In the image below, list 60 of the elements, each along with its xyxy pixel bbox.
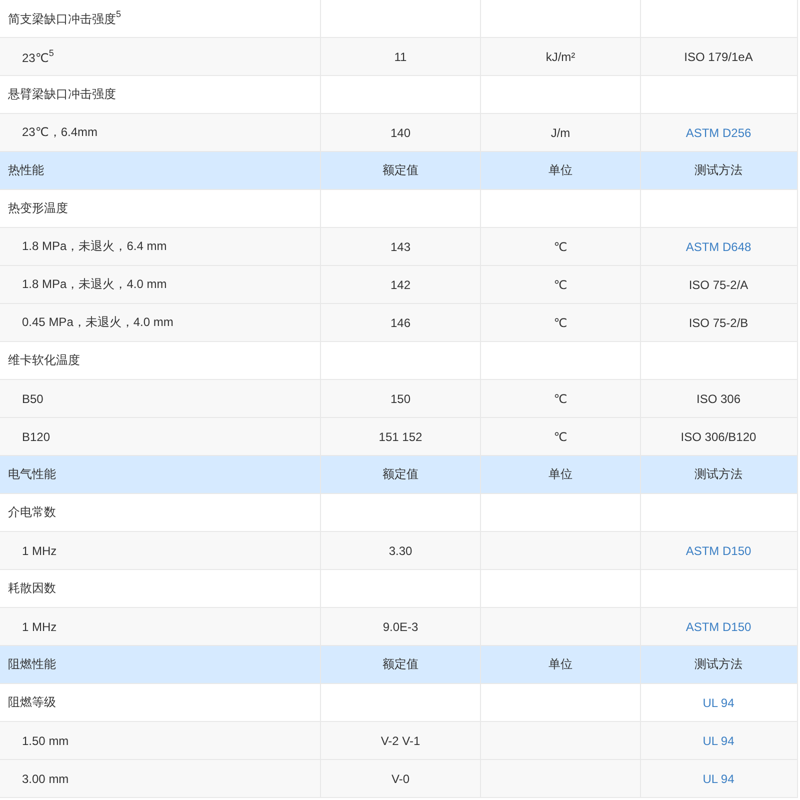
method-link[interactable]: ASTM D256: [686, 126, 752, 140]
unit-text: ℃: [554, 240, 568, 254]
method-link[interactable]: ASTM D150: [686, 544, 752, 558]
value-text: 3.30: [388, 544, 412, 558]
property-name: 介电常数: [8, 504, 56, 521]
property-name: 热变形温度: [8, 200, 68, 217]
condition-label: 3.00 mm: [22, 772, 69, 786]
condition-label: 1 MHz: [22, 620, 57, 634]
condition-label: 1.8 MPa，未退火，4.0 mm: [22, 276, 167, 293]
column-header: 单位: [548, 656, 572, 673]
unit-text: ℃: [554, 316, 568, 330]
value-text: V-2 V-1: [380, 734, 420, 748]
value-text: 146: [390, 316, 411, 330]
column-header: 额定值: [382, 162, 418, 179]
unit-text: ℃: [554, 278, 568, 292]
method-link[interactable]: UL 94: [702, 696, 734, 710]
condition-label: 1.50 mm: [22, 734, 69, 748]
method-text: ISO 179/1eA: [684, 50, 753, 64]
unit-text: kJ/m²: [546, 50, 576, 64]
column-header: 测试方法: [694, 466, 742, 483]
property-name: 维卡软化温度: [8, 352, 80, 369]
section-title: 阻燃性能: [8, 656, 56, 673]
method-link[interactable]: ASTM D150: [686, 620, 752, 634]
value-text: 9.0E-3: [382, 620, 418, 634]
condition-label: B50: [22, 392, 44, 406]
property-name: 阻燃等级: [8, 694, 56, 711]
method-link[interactable]: UL 94: [702, 734, 734, 748]
value-text: 142: [390, 278, 411, 292]
unit-text: ℃: [554, 430, 568, 444]
condition-label: 23℃，6.4mm: [22, 124, 98, 141]
method-text: ISO 75-2/B: [688, 316, 748, 330]
column-header: 测试方法: [694, 656, 742, 673]
unit-text: J/m: [550, 126, 570, 140]
condition-label: 1 MHz: [22, 544, 57, 558]
unit-text: ℃: [554, 392, 568, 406]
value-text: V-0: [391, 772, 410, 786]
condition-label: B120: [22, 430, 50, 444]
section-title: 电气性能: [8, 466, 56, 483]
condition-label: 23℃$^{5}$: [22, 48, 54, 65]
column-header: 额定值: [382, 466, 418, 483]
condition-label: 1.8 MPa，未退火，6.4 mm: [22, 238, 167, 255]
method-text: ISO 306/B120: [680, 430, 756, 444]
property-name: 耗散因数: [8, 580, 56, 597]
column-header: 单位: [548, 466, 572, 483]
value-text: 151 152: [378, 430, 422, 444]
method-link[interactable]: ASTM D648: [686, 240, 752, 254]
section-title: 热性能: [8, 162, 44, 179]
value-text: 140: [390, 126, 411, 140]
method-link[interactable]: UL 94: [702, 772, 734, 786]
value-text: 143: [390, 240, 411, 254]
method-text: ISO 306: [696, 392, 741, 406]
property-name: 简支梁缺口冲击强度$^{5}$: [8, 9, 122, 28]
column-header: 单位: [548, 162, 572, 179]
value-text: 150: [390, 392, 411, 406]
value-text: 11: [394, 50, 407, 64]
property-name: 悬臂梁缺口冲击强度: [8, 86, 116, 103]
column-header: 测试方法: [694, 162, 742, 179]
column-header: 额定值: [382, 656, 418, 673]
method-text: ISO 75-2/A: [688, 278, 748, 292]
condition-label: 0.45 MPa，未退火，4.0 mm: [22, 314, 174, 331]
